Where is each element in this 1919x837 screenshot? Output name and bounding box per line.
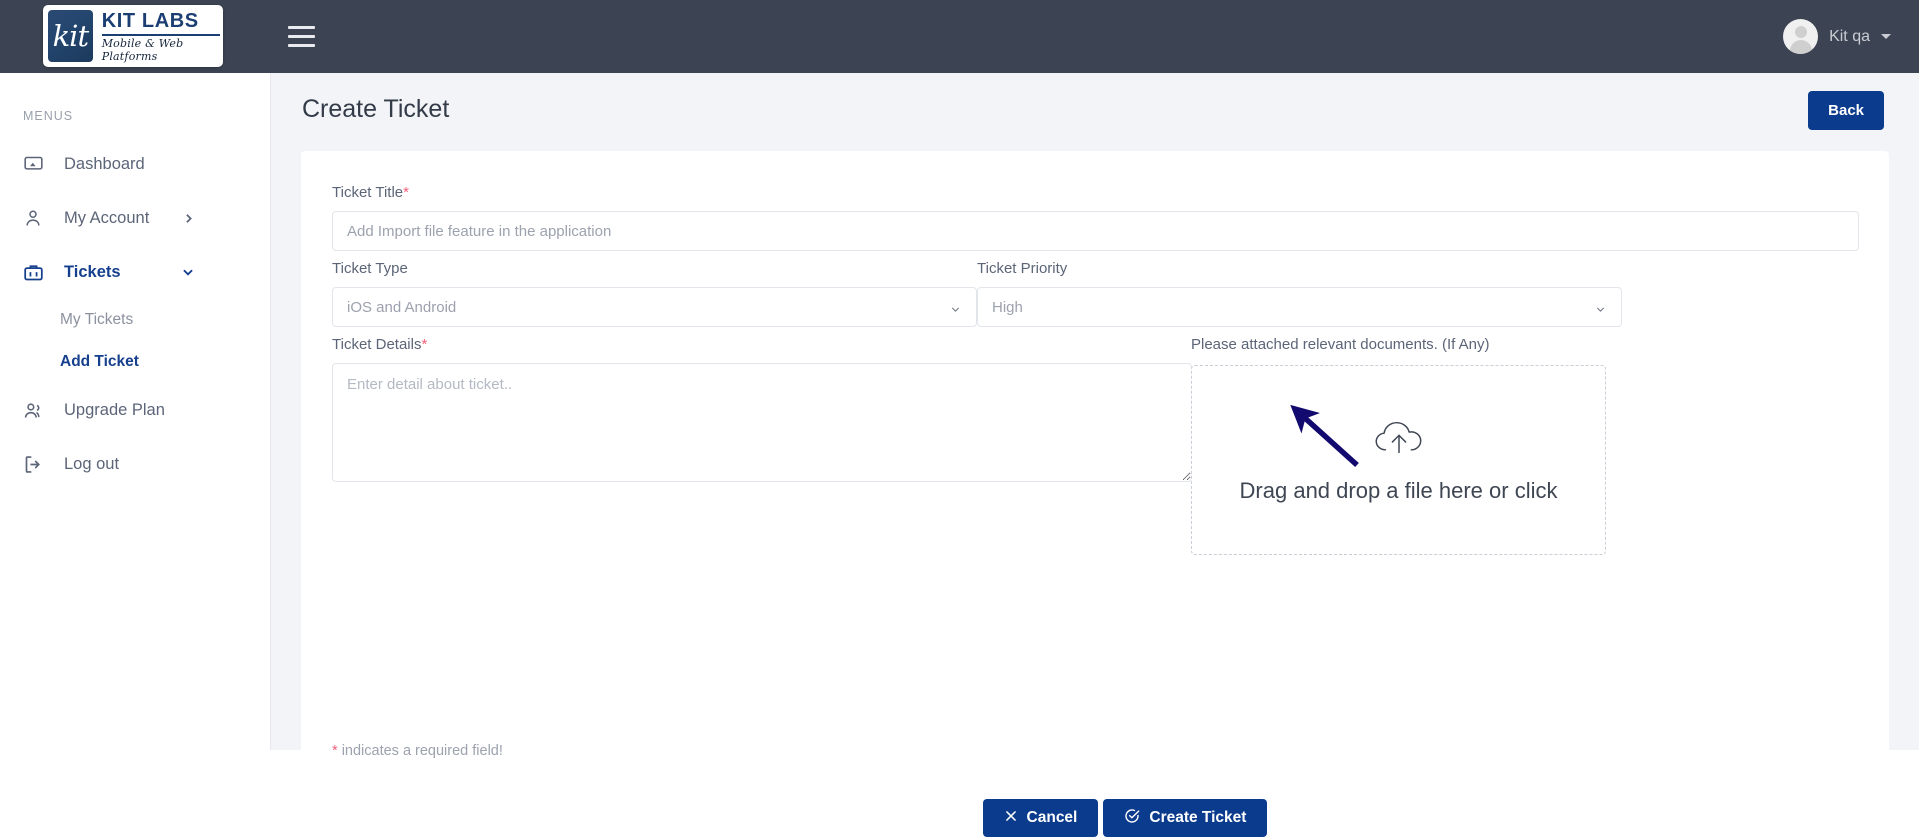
main-content: Create Ticket Back Ticket Title* Ticket … xyxy=(271,73,1919,837)
check-circle-icon xyxy=(1124,808,1140,829)
avatar xyxy=(1783,19,1819,54)
ticket-title-input[interactable] xyxy=(332,211,1859,251)
page-title: Create Ticket xyxy=(302,95,450,123)
user-menu[interactable]: Kit qa xyxy=(1783,14,1891,59)
sidebar-item-log-out[interactable]: Log out xyxy=(0,437,271,491)
cancel-button-label: Cancel xyxy=(1026,809,1078,826)
top-bar: kit KIT LABS Mobile & Web Platforms Kit … xyxy=(0,0,1919,73)
ticket-priority-label: Ticket Priority xyxy=(977,260,1068,277)
create-ticket-button[interactable]: Create Ticket xyxy=(1103,799,1268,837)
attachment-label: Please attached relevant documents. (If … xyxy=(1191,336,1490,353)
hamburger-bar xyxy=(288,34,315,38)
ticket-priority-select[interactable]: High xyxy=(977,287,1622,327)
page-header: Create Ticket Back xyxy=(271,73,1919,151)
required-asterisk: * xyxy=(403,184,409,201)
required-field-note: * indicates a required field! xyxy=(332,743,503,759)
ticket-type-select[interactable]: iOS and Android xyxy=(332,287,977,327)
briefcase-icon xyxy=(23,261,48,283)
sidebar-section-label: MENUS xyxy=(23,109,74,123)
hamburger-bar xyxy=(288,43,315,47)
sidebar-item-tickets[interactable]: Tickets xyxy=(0,245,271,299)
ticket-title-label: Ticket Title* xyxy=(332,184,1859,201)
file-dropzone[interactable]: Drag and drop a file here or click xyxy=(1191,365,1606,555)
logo-divider xyxy=(101,33,220,36)
required-asterisk: * xyxy=(421,336,428,353)
sidebar-item-label: My Account xyxy=(64,208,150,227)
sidebar-item-my-tickets[interactable]: My Tickets xyxy=(0,299,271,341)
sidebar-item-dashboard[interactable]: Dashboard xyxy=(0,137,271,191)
cancel-button[interactable]: Cancel xyxy=(982,799,1099,837)
create-ticket-card: Ticket Title* Ticket Type iOS and Androi… xyxy=(301,151,1889,837)
logout-icon xyxy=(23,453,48,475)
sidebar-subitem-label: My Tickets xyxy=(60,311,134,328)
logo-mark-icon: kit xyxy=(48,10,93,62)
logo-title: KIT LABS xyxy=(101,9,199,32)
chevron-right-icon xyxy=(182,212,195,225)
sidebar-item-label: Log out xyxy=(64,454,120,473)
app-logo[interactable]: kit KIT LABS Mobile & Web Platforms xyxy=(43,5,223,67)
user-name: Kit qa xyxy=(1829,27,1870,45)
required-asterisk: * xyxy=(332,743,338,759)
sidebar-item-add-ticket[interactable]: Add Ticket xyxy=(0,341,271,383)
sidebar-item-label: Tickets xyxy=(64,262,121,281)
chevron-down-icon xyxy=(1881,34,1891,39)
dashboard-icon xyxy=(23,153,48,175)
close-icon xyxy=(1004,809,1018,828)
user-icon xyxy=(23,207,48,229)
label-text: Ticket Details xyxy=(332,336,422,353)
sidebar-item-label: Dashboard xyxy=(64,154,145,173)
ticket-type-label: Ticket Type xyxy=(332,260,408,277)
hamburger-menu-icon[interactable] xyxy=(288,16,328,56)
required-note-text: indicates a required field! xyxy=(341,743,503,759)
chevron-down-icon xyxy=(181,265,195,279)
sidebar-item-my-account[interactable]: My Account xyxy=(0,191,271,245)
back-button[interactable]: Back xyxy=(1808,91,1884,130)
create-ticket-button-label: Create Ticket xyxy=(1149,809,1247,826)
sidebar-item-label: Upgrade Plan xyxy=(64,400,165,419)
form-actions: Cancel Create Ticket xyxy=(301,799,1919,837)
sidebar-item-upgrade-plan[interactable]: Upgrade Plan xyxy=(0,383,271,437)
sidebar: MENUS Dashboard My Account Tickets My Ti… xyxy=(0,73,271,750)
sidebar-subitem-label: Add Ticket xyxy=(60,353,139,370)
cloud-upload-icon xyxy=(1371,416,1427,465)
ticket-details-label: Ticket Details* xyxy=(332,336,1192,353)
logo-subtitle: Mobile & Web Platforms xyxy=(101,36,184,63)
sidebar-menu: Dashboard My Account Tickets My Tickets … xyxy=(0,137,271,491)
ticket-details-textarea[interactable] xyxy=(332,363,1192,482)
dropzone-text: Drag and drop a file here or click xyxy=(1239,478,1558,503)
users-icon xyxy=(23,399,48,421)
hamburger-bar xyxy=(288,25,315,29)
label-text: Ticket Title xyxy=(332,184,404,201)
